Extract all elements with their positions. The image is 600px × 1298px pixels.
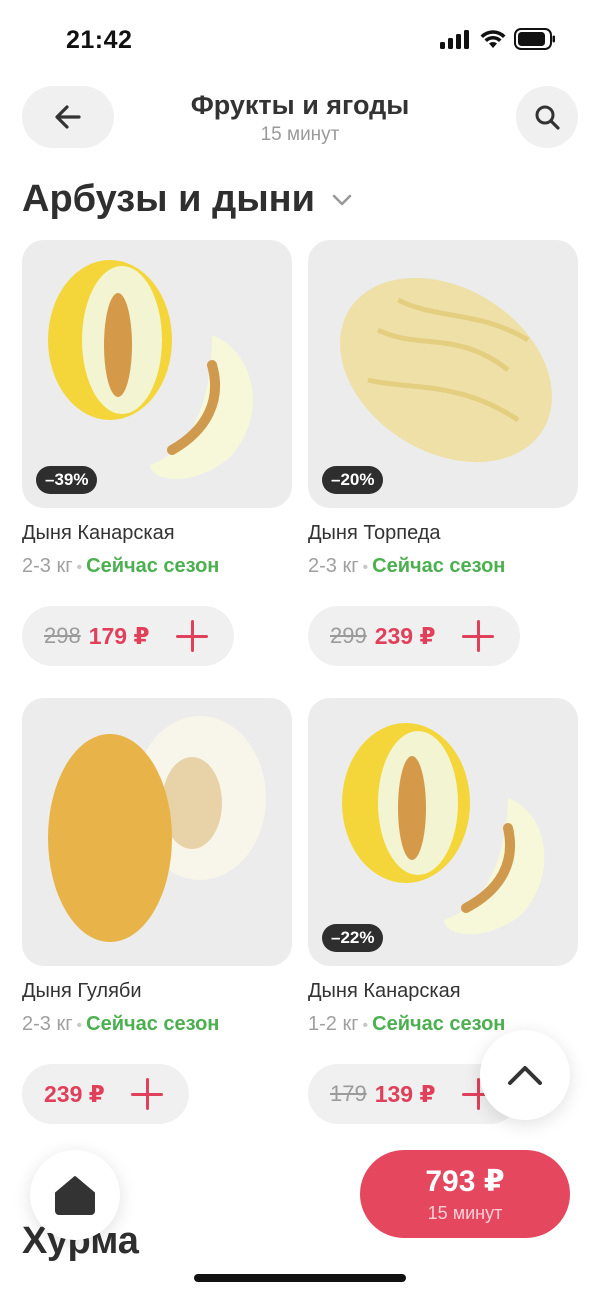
season-label: Сейчас сезон [372,555,506,577]
product-name: Дыня Канарская [308,980,461,1002]
home-icon [55,1176,95,1215]
cart-delivery-time: 15 минут [427,1203,503,1223]
product-image[interactable]: –22% [308,698,578,966]
section-title-label: Арбузы и дыни [22,178,315,220]
search-button[interactable] [516,86,578,148]
home-indicator [194,1274,406,1282]
season-label: Сейчас сезон [86,555,220,577]
separator-dot: • [76,1017,83,1034]
product-weight: 1-2 кг [308,1013,359,1035]
product-card[interactable]: Дыня Гуляби 2-3 кг • Сейчас сезон 239 ₽ [22,698,292,1124]
product-image[interactable]: –39% [22,240,292,508]
old-price: 179 [330,1081,367,1106]
old-price: 298 [44,623,81,648]
cart-total: 793 ₽ [425,1165,505,1198]
product-image[interactable]: –20% [308,240,578,508]
separator-dot: • [362,559,369,576]
signal-icon [440,30,469,49]
add-to-cart-button[interactable]: 239 ₽ [22,1064,189,1124]
status-icons [440,28,556,50]
discount-badge: –22% [322,924,384,952]
product-meta: 2-3 кг • Сейчас сезон [308,555,578,578]
header: Фрукты и ягоды 15 минут [0,82,600,152]
price: 239 ₽ [44,1080,105,1107]
wifi-icon [480,30,506,48]
product-card[interactable]: –22% Дыня Канарская 1-2 кг • Сейчас сезон … [308,698,578,1124]
plus-icon [175,620,208,652]
product-name: Дыня Торпеда [308,522,441,544]
product-card[interactable]: –39% Дыня Канарская 2-3 кг • Сейчас сезон … [22,240,292,666]
chevron-up-icon [508,1066,542,1085]
discount-badge: –39% [36,466,98,494]
chevron-down-icon [332,194,352,205]
season-label: Сейчас сезон [86,1013,220,1035]
product-card[interactable]: –20% Дыня Торпеда 2-3 кг • Сейчас сезон 29… [308,240,578,666]
price: 179 ₽ [88,622,150,649]
old-price: 299 [330,623,367,648]
product-name: Дыня Канарская [22,522,175,544]
discount-badge: –20% [322,466,384,494]
battery-icon [514,28,555,50]
page-title: Фрукты и ягоды [190,90,410,120]
plus-icon [461,620,494,652]
product-weight: 2-3 кг [22,1013,73,1035]
product-name: Дыня Гуляби [22,980,142,1002]
search-icon [535,105,560,130]
product-meta: 2-3 кг • Сейчас сезон [22,555,292,578]
product-image[interactable] [22,698,292,966]
melon-image [48,716,266,942]
price: 139 ₽ [374,1080,436,1107]
section-title[interactable]: Арбузы и дыни [22,178,353,221]
add-to-cart-button[interactable]: 298 179 ₽ [22,606,234,666]
plus-icon [130,1078,163,1110]
cart-button[interactable]: 793 ₽ 15 минут [360,1150,570,1238]
product-meta: 2-3 кг • Сейчас сезон [22,1013,292,1036]
add-to-cart-button[interactable]: 299 239 ₽ [308,606,520,666]
delivery-time: 15 минут [260,124,340,145]
status-time: 21:42 [66,26,133,54]
status-bar: 21:42 [0,0,600,80]
separator-dot: • [362,1017,369,1034]
product-weight: 2-3 кг [22,555,73,577]
separator-dot: • [76,559,83,576]
price: 239 ₽ [374,622,436,649]
season-label: Сейчас сезон [372,1013,506,1035]
home-button[interactable] [30,1150,120,1240]
product-weight: 2-3 кг [308,555,359,577]
scroll-top-button[interactable] [480,1030,570,1120]
